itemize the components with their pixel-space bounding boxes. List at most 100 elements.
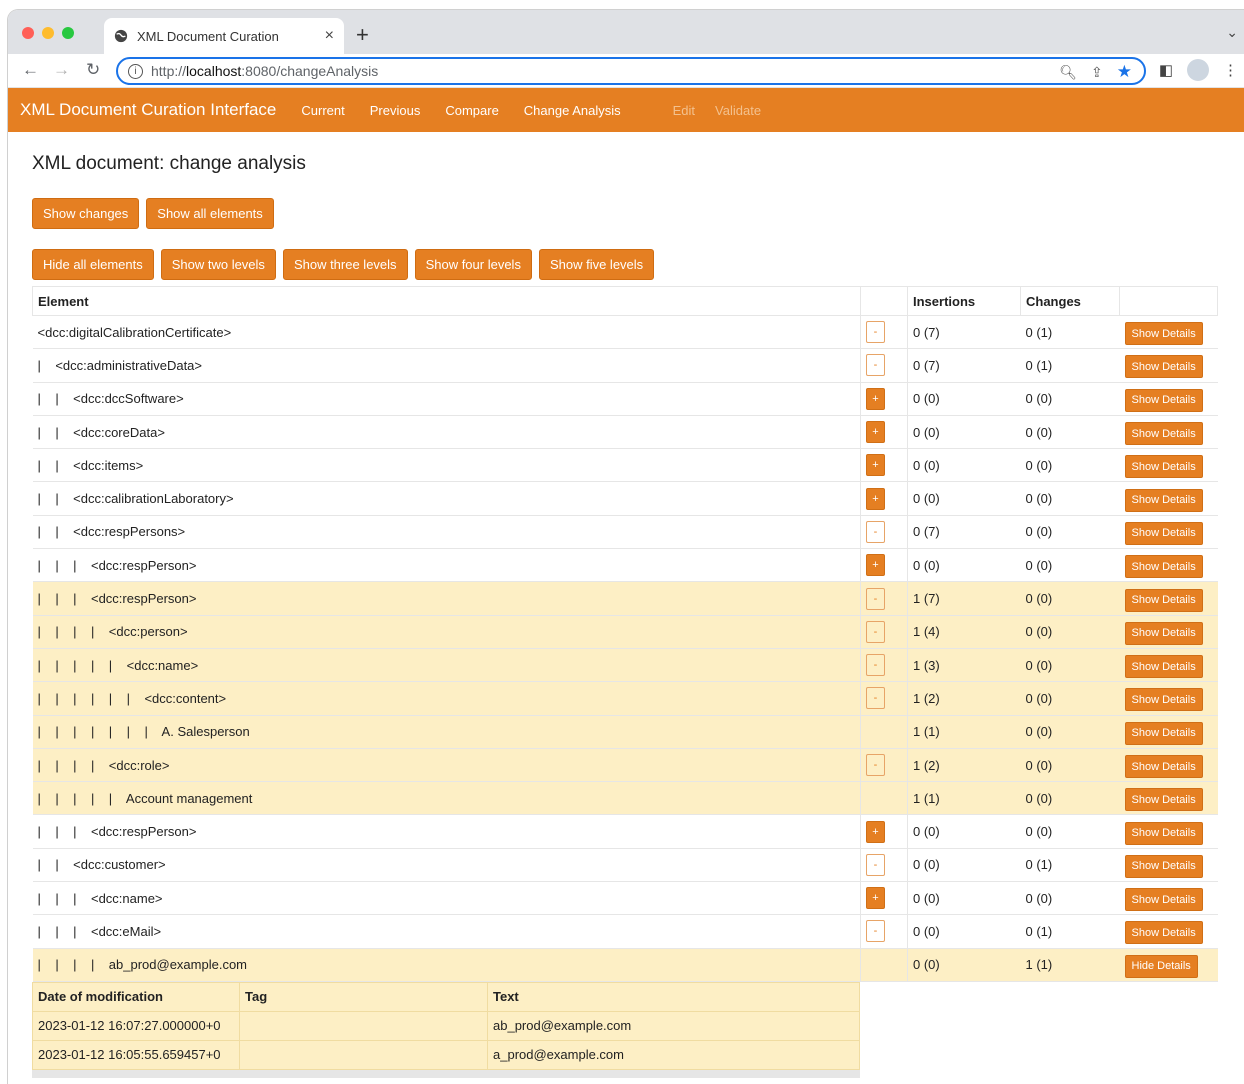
changes-cell: 0 (1): [1020, 348, 1120, 383]
close-window-icon[interactable]: [22, 27, 34, 39]
url-path: :8080/changeAnalysis: [241, 63, 379, 79]
close-tab-icon[interactable]: ×: [325, 27, 334, 45]
page-title: XML document: change analysis: [32, 153, 306, 174]
show-details-button[interactable]: Show Details: [1124, 322, 1203, 346]
show-details-button[interactable]: Show Details: [1124, 388, 1203, 412]
show-details-button[interactable]: Show Details: [1124, 555, 1203, 579]
show-all-elements-button[interactable]: Show all elements: [146, 198, 274, 229]
actions-cell: Show Details: [1119, 847, 1218, 883]
changes-cell: 1 (1): [1020, 947, 1120, 982]
info-icon[interactable]: i: [128, 63, 143, 79]
expand-button[interactable]: +: [866, 387, 885, 410]
nav-current[interactable]: Current: [301, 103, 344, 118]
hide-details-button[interactable]: Hide Details: [1124, 954, 1198, 978]
collapse-button[interactable]: -: [866, 853, 885, 876]
actions-cell: Show Details: [1119, 381, 1218, 416]
insertions-cell: 0 (0): [907, 847, 1021, 883]
table-row: | | | | <dcc:role> -1 (2) 0 (0) Show Detail…: [32, 747, 1218, 783]
actions-cell: Show Details: [1119, 448, 1218, 483]
show-details-button[interactable]: Show Details: [1124, 355, 1203, 379]
show-details-button[interactable]: Show Details: [1124, 621, 1203, 645]
details-date: 2023-01-12 16:07:27.000000+0: [32, 1010, 240, 1041]
table-row: | | | | | Account management 1 (1) 0 (0) Sh…: [32, 781, 1218, 816]
show-changes-button[interactable]: Show changes: [32, 198, 140, 229]
details-header-tag: Tag: [239, 981, 488, 1012]
horizontal-scrollbar[interactable]: [32, 1069, 860, 1078]
forward-icon[interactable]: →: [53, 60, 70, 80]
collapse-button[interactable]: -: [866, 587, 885, 610]
details-table: Date of modification Tag Text 2023-01-12…: [32, 981, 860, 1070]
show-five-levels-button[interactable]: Show five levels: [538, 249, 655, 280]
show-details-button[interactable]: Show Details: [1124, 821, 1203, 845]
expand-button[interactable]: +: [866, 554, 885, 577]
show-details-button[interactable]: Show Details: [1124, 921, 1203, 945]
collapse-button[interactable]: -: [866, 754, 885, 776]
expand-button[interactable]: +: [866, 887, 885, 910]
app-brand[interactable]: XML Document Curation Interface: [20, 100, 276, 120]
show-details-button[interactable]: Show Details: [1124, 721, 1203, 745]
zoom-icon[interactable]: 🔍︎: [1059, 64, 1077, 81]
chevron-down-icon[interactable]: ⌄: [1226, 24, 1238, 41]
element-cell: | | | | <dcc:role>: [32, 747, 861, 783]
profile-avatar[interactable]: [1187, 59, 1209, 81]
collapse-button[interactable]: -: [866, 654, 885, 677]
show-details-button[interactable]: Show Details: [1124, 588, 1203, 612]
address-bar[interactable]: i http:// localhost :8080/changeAnalysis…: [116, 57, 1146, 85]
show-details-button[interactable]: Show Details: [1124, 455, 1203, 479]
share-icon[interactable]: ⇪: [1091, 64, 1103, 81]
show-details-button[interactable]: Show Details: [1124, 521, 1203, 545]
hide-all-elements-button[interactable]: Hide all elements: [32, 249, 154, 280]
browser-toolbar: ← → ↻ i http:// localhost :8080/changeAn…: [8, 54, 1244, 88]
nav-previous[interactable]: Previous: [370, 103, 421, 118]
show-two-levels-button[interactable]: Show two levels: [160, 249, 276, 280]
maximize-window-icon[interactable]: [62, 27, 74, 39]
nav-compare[interactable]: Compare: [445, 103, 498, 118]
show-details-button[interactable]: Show Details: [1124, 888, 1203, 912]
insertions-cell: 0 (7): [907, 314, 1021, 350]
details-row: 2023-01-12 16:05:55.659457+0 a_prod@exam…: [32, 1039, 860, 1070]
toggle-cell: [860, 781, 908, 816]
back-icon[interactable]: ←: [22, 60, 39, 80]
insertions-cell: 0 (0): [907, 381, 1021, 416]
reload-icon[interactable]: ↻: [86, 60, 100, 80]
toggle-cell: +: [860, 481, 908, 516]
menu-icon[interactable]: ⋮: [1223, 61, 1238, 79]
expand-button[interactable]: +: [866, 820, 885, 843]
element-cell: | | <dcc:coreData>: [32, 414, 861, 450]
show-details-button[interactable]: Show Details: [1124, 788, 1203, 812]
actions-cell: Show Details: [1119, 581, 1218, 616]
toolbar-right: ◧ ⋮: [1159, 59, 1238, 81]
collapse-button[interactable]: -: [866, 920, 885, 943]
changes-cell: 0 (0): [1020, 381, 1120, 416]
show-details-button[interactable]: Show Details: [1124, 422, 1203, 446]
insertions-cell: 1 (2): [907, 747, 1021, 783]
new-tab-button[interactable]: +: [356, 22, 369, 48]
expand-button[interactable]: +: [866, 487, 885, 510]
side-panel-icon[interactable]: ◧: [1159, 61, 1173, 79]
collapse-button[interactable]: -: [866, 620, 885, 643]
browser-tab[interactable]: XML Document Curation ×: [104, 18, 344, 54]
nav-change-analysis[interactable]: Change Analysis: [524, 103, 621, 118]
show-details-button[interactable]: Show Details: [1124, 755, 1203, 778]
browser-window: XML Document Curation × + ⌄ ← → ↻ i http…: [8, 10, 1244, 1084]
actions-cell: Show Details: [1119, 781, 1218, 816]
show-details-button[interactable]: Show Details: [1124, 488, 1203, 512]
insertions-cell: 0 (7): [907, 348, 1021, 383]
nav-validate[interactable]: Validate: [715, 103, 761, 118]
collapse-button[interactable]: -: [866, 321, 885, 344]
nav-edit[interactable]: Edit: [673, 103, 695, 118]
show-three-levels-button[interactable]: Show three levels: [282, 249, 408, 280]
bookmark-star-icon[interactable]: ★: [1117, 62, 1132, 82]
element-cell: | | <dcc:calibrationLaboratory>: [32, 481, 861, 516]
show-four-levels-button[interactable]: Show four levels: [414, 249, 532, 280]
minimize-window-icon[interactable]: [42, 27, 54, 39]
show-details-button[interactable]: Show Details: [1124, 688, 1203, 712]
collapse-button[interactable]: -: [866, 687, 885, 710]
show-details-button[interactable]: Show Details: [1124, 655, 1203, 679]
collapse-button[interactable]: -: [866, 354, 885, 377]
table-row: | | <dcc:items> +0 (0) 0 (0) Show Details: [32, 448, 1218, 483]
expand-button[interactable]: +: [866, 421, 885, 444]
collapse-button[interactable]: -: [866, 520, 885, 543]
expand-button[interactable]: +: [866, 454, 885, 477]
show-details-button[interactable]: Show Details: [1124, 854, 1203, 878]
